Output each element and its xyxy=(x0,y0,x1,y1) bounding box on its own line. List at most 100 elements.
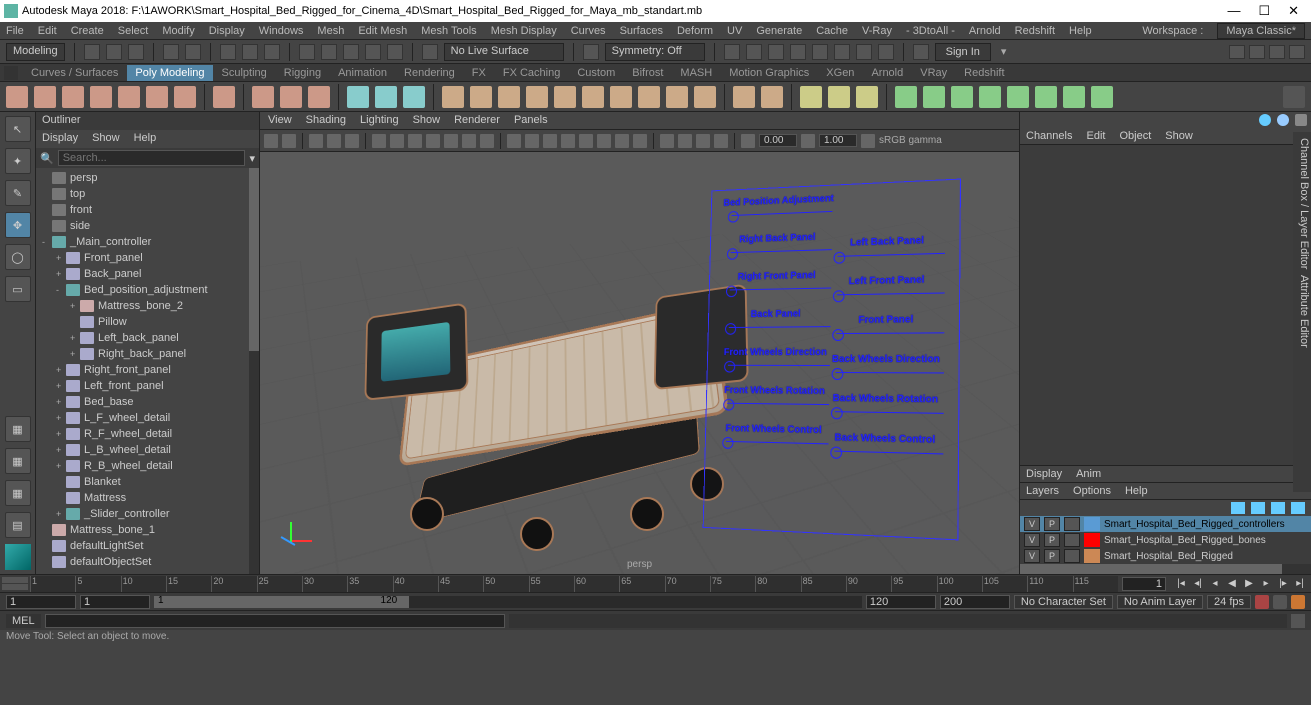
menu-display[interactable]: Display xyxy=(209,25,245,37)
shelf-popup-icon[interactable] xyxy=(4,66,18,80)
outliner-item[interactable]: +L_B_wheel_detail xyxy=(36,442,259,458)
range-start-field[interactable]: 1 xyxy=(6,595,76,609)
sculpt-icon[interactable] xyxy=(951,86,973,108)
shelftab-animation[interactable]: Animation xyxy=(330,65,395,81)
cb-tab-object[interactable]: Object xyxy=(1119,130,1151,142)
layers-hscroll[interactable] xyxy=(1020,564,1311,574)
remesh-icon[interactable] xyxy=(979,86,1001,108)
cb-options-icon[interactable] xyxy=(1295,114,1307,126)
outliner-item[interactable]: +Right_front_panel xyxy=(36,362,259,378)
render-settings-icon[interactable] xyxy=(790,44,806,60)
rig-slider[interactable]: Right Back Panel xyxy=(721,231,834,257)
sym-icon[interactable] xyxy=(375,86,397,108)
step-back-key-button[interactable]: ◂| xyxy=(1191,577,1205,591)
superellipse-icon[interactable] xyxy=(252,86,274,108)
outliner-item[interactable]: side xyxy=(36,218,259,234)
vp-xray-icon[interactable] xyxy=(678,134,692,148)
layout-single-icon[interactable]: ▦ xyxy=(5,416,31,442)
history-icon[interactable] xyxy=(724,44,740,60)
vp-gate-mask-icon[interactable] xyxy=(426,134,440,148)
select-tool[interactable]: ↖ xyxy=(5,116,31,142)
vp-wireframe-icon[interactable] xyxy=(507,134,521,148)
vp-motion-blur-icon[interactable] xyxy=(615,134,629,148)
outliner-item[interactable]: -_Main_controller xyxy=(36,234,259,250)
shelftab-rendering[interactable]: Rendering xyxy=(396,65,463,81)
vp-colorspace[interactable]: sRGB gamma xyxy=(879,135,942,146)
shelftab-fx[interactable]: FX xyxy=(464,65,494,81)
snap-curve-icon[interactable] xyxy=(321,44,337,60)
viewport[interactable]: Bed Position AdjustmentRight Back PanelR… xyxy=(260,152,1019,574)
shelftab-sculpt[interactable]: Sculpting xyxy=(214,65,275,81)
fps-dropdown[interactable]: 24 fps xyxy=(1207,595,1251,609)
vp-shadow-icon[interactable] xyxy=(579,134,593,148)
mirror-icon[interactable] xyxy=(733,86,755,108)
outliner-item[interactable]: Mattress_bone_1 xyxy=(36,522,259,538)
outliner-menu-help[interactable]: Help xyxy=(134,132,157,146)
quadrangulate-icon[interactable] xyxy=(1063,86,1085,108)
triangulate-icon[interactable] xyxy=(1035,86,1057,108)
menu-meshtools[interactable]: Mesh Tools xyxy=(421,25,476,37)
outliner-scrollbar[interactable] xyxy=(249,168,259,574)
vp-cm-icon[interactable] xyxy=(861,134,875,148)
layout-four-icon[interactable]: ▦ xyxy=(5,448,31,474)
outliner-item[interactable]: front xyxy=(36,202,259,218)
bridge-icon[interactable] xyxy=(582,86,604,108)
save-scene-icon[interactable] xyxy=(128,44,144,60)
outliner-item[interactable]: Blanket xyxy=(36,474,259,490)
menu-cache[interactable]: Cache xyxy=(816,25,848,37)
outliner-item[interactable]: -Bed_position_adjustment xyxy=(36,282,259,298)
outliner-item[interactable]: Pillow xyxy=(36,314,259,330)
menu-help[interactable]: Help xyxy=(1069,25,1092,37)
snap-live-icon[interactable] xyxy=(387,44,403,60)
rig-slider[interactable]: Back Wheels Control xyxy=(824,432,945,459)
outliner-item[interactable]: +L_F_wheel_detail xyxy=(36,410,259,426)
outliner-item[interactable]: persp xyxy=(36,170,259,186)
menu-file[interactable]: File xyxy=(6,25,24,37)
snap-plane-icon[interactable] xyxy=(365,44,381,60)
rig-slider[interactable]: Back Wheels Rotation xyxy=(825,393,946,418)
timeline-options-icon[interactable] xyxy=(2,577,28,583)
lasso-tool[interactable]: ✦ xyxy=(5,148,31,174)
layer-row[interactable]: VPSmart_Hospital_Bed_Rigged_controllers xyxy=(1020,516,1311,532)
layer-tab-anim[interactable]: Anim xyxy=(1076,468,1101,480)
poly-sphere-icon[interactable] xyxy=(6,86,28,108)
vp-menu-lighting[interactable]: Lighting xyxy=(360,114,399,127)
vp-ao-icon[interactable] xyxy=(597,134,611,148)
rig-control-panel[interactable]: Bed Position AdjustmentRight Back PanelR… xyxy=(703,179,961,541)
menu-vray[interactable]: V-Ray xyxy=(862,25,892,37)
search-caret-icon[interactable]: ▾ xyxy=(249,152,255,165)
rig-slider[interactable]: Bed Position Adjustment xyxy=(722,193,834,220)
vp-xray-joints-icon[interactable] xyxy=(696,134,710,148)
platonic-icon[interactable] xyxy=(213,86,235,108)
poly-torus-icon[interactable] xyxy=(118,86,140,108)
anim-layer-dropdown[interactable]: No Anim Layer xyxy=(1117,595,1203,609)
layer-tab-display[interactable]: Display xyxy=(1026,468,1062,480)
vp-gamma-icon[interactable] xyxy=(801,134,815,148)
smooth-icon[interactable] xyxy=(666,86,688,108)
signin-button[interactable]: Sign In xyxy=(935,43,991,61)
shelftab-arnold[interactable]: Arnold xyxy=(863,65,911,81)
vp-select-cam-icon[interactable] xyxy=(264,134,278,148)
open-scene-icon[interactable] xyxy=(106,44,122,60)
vp-menu-panels[interactable]: Panels xyxy=(514,114,548,127)
rig-slider[interactable]: Front Wheels Direction xyxy=(719,347,832,370)
minimize-button[interactable]: — xyxy=(1227,3,1240,19)
menu-3dtoall[interactable]: - 3DtoAll - xyxy=(906,25,955,37)
menu-windows[interactable]: Windows xyxy=(259,25,304,37)
shelftab-redshift[interactable]: Redshift xyxy=(956,65,1012,81)
shelftab-fxcache[interactable]: FX Caching xyxy=(495,65,568,81)
sidetab-channelbox[interactable]: Channel Box / Layer Editor xyxy=(1294,138,1310,269)
poly-cube-icon[interactable] xyxy=(34,86,56,108)
outliner-item[interactable]: +Back_panel xyxy=(36,266,259,282)
outliner-item[interactable]: +Right_back_panel xyxy=(36,346,259,362)
vp-2d-zoom-icon[interactable] xyxy=(327,134,341,148)
scale-tool[interactable]: ▭ xyxy=(5,276,31,302)
range-out-field[interactable]: 120 xyxy=(866,595,936,609)
cb-cube-icon[interactable] xyxy=(1259,114,1271,126)
outliner-item[interactable]: +R_F_wheel_detail xyxy=(36,426,259,442)
vp-res-gate-icon[interactable] xyxy=(408,134,422,148)
ipr-icon[interactable] xyxy=(768,44,784,60)
current-frame-field[interactable]: 1 xyxy=(1122,577,1166,591)
layer-move-down-icon[interactable] xyxy=(1251,502,1265,514)
soft-select-icon[interactable] xyxy=(347,86,369,108)
